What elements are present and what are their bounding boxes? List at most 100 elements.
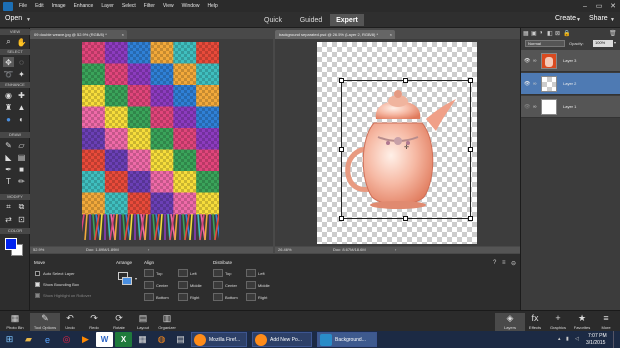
shape-icon[interactable]: ■	[16, 164, 27, 174]
explorer-icon[interactable]: ▤	[172, 332, 189, 347]
align-left-button[interactable]	[178, 269, 188, 277]
taskbar-window-addnew[interactable]: Add New Po...	[252, 332, 312, 347]
menu-enhance[interactable]: Enhance	[74, 3, 94, 9]
menu-image[interactable]: Image	[52, 3, 66, 9]
layer-name[interactable]: Layer 1	[563, 104, 576, 109]
distribute-center-button[interactable]	[213, 281, 223, 289]
close-icon[interactable]: ×	[390, 30, 392, 39]
move-tool-icon[interactable]: ✥	[3, 57, 14, 67]
menu-edit[interactable]: Edit	[35, 3, 44, 9]
taskbar-window-background[interactable]: Background...	[317, 332, 377, 347]
eye-icon[interactable]: 👁	[524, 81, 530, 87]
tab-guided[interactable]: Guided	[294, 14, 328, 26]
document-tab-2[interactable]: background separated.psd @ 26.5% (Layer …	[275, 30, 395, 39]
photo-bin-button[interactable]: ▦ Photo Bin	[0, 313, 30, 332]
blur-icon[interactable]: ●	[3, 114, 14, 124]
magic-wand-icon[interactable]: ✦	[16, 69, 27, 79]
chevron-down-icon[interactable]: ▼	[26, 17, 31, 23]
folder-icon[interactable]: ▰	[20, 332, 37, 347]
transform-handle[interactable]	[339, 216, 344, 221]
firefox-icon[interactable]: ◍	[153, 332, 170, 347]
help-icon[interactable]: ?	[493, 260, 496, 266]
eyedropper-icon[interactable]: ✒	[3, 164, 14, 174]
layer-row-selected[interactable]: 👁 ∞ Layer 2	[521, 73, 620, 95]
tray-arrow-icon[interactable]: ▴	[558, 336, 561, 342]
chevron-right-icon[interactable]: ›	[395, 247, 396, 253]
align-top-button[interactable]	[144, 269, 154, 277]
distribute-middle-button[interactable]	[246, 281, 256, 289]
more-button[interactable]: ≡ More	[591, 313, 620, 332]
link-icon[interactable]: ∞	[533, 104, 537, 110]
show-desktop-button[interactable]	[613, 331, 620, 348]
sharpen-icon[interactable]: ▲	[16, 102, 27, 112]
foreground-color-swatch[interactable]	[5, 238, 17, 250]
layer-name[interactable]: Layer 2	[563, 81, 576, 86]
chevron-down-icon[interactable]: ▼	[610, 17, 615, 23]
transform-handle[interactable]	[468, 147, 473, 152]
link-icon[interactable]: ∞	[533, 58, 537, 64]
maximize-icon[interactable]: ▭	[592, 0, 606, 12]
hand-icon[interactable]: ✋	[16, 37, 27, 47]
clone-stamp-icon[interactable]: ♜	[3, 102, 14, 112]
auto-select-checkbox[interactable]	[35, 271, 40, 276]
document-2-view[interactable]: ✛	[275, 39, 520, 246]
volume-icon[interactable]: ◁	[575, 336, 579, 342]
start-icon[interactable]: ⊞	[1, 332, 18, 347]
align-right-button[interactable]	[178, 293, 188, 301]
transform-handle[interactable]	[468, 216, 473, 221]
sponge-icon[interactable]: ◐	[16, 114, 27, 124]
lock-all-icon[interactable]: ⊠	[555, 30, 560, 37]
straighten-icon[interactable]: ⊡	[16, 214, 27, 224]
distribute-top-button[interactable]	[213, 269, 223, 277]
tab-expert[interactable]: Expert	[330, 14, 364, 26]
open-button[interactable]: Open	[5, 15, 22, 22]
menu-layer[interactable]: Layer	[101, 3, 114, 9]
create-button[interactable]: Create	[555, 15, 576, 22]
chevron-down-icon[interactable]: ▾	[135, 276, 137, 281]
distribute-right-button[interactable]	[246, 293, 256, 301]
trash-icon[interactable]: 🗑	[609, 30, 617, 37]
spot-heal-icon[interactable]: ✚	[16, 90, 27, 100]
transform-handle[interactable]	[339, 78, 344, 83]
mask-icon[interactable]: ◧	[547, 30, 553, 37]
close-icon[interactable]: ⊖	[511, 260, 516, 267]
organizer-button[interactable]: ▥ Organizer	[152, 313, 182, 332]
pencil-icon[interactable]: ✏	[16, 176, 27, 186]
brush-icon[interactable]: ✎	[3, 140, 14, 150]
media-icon[interactable]: ▶	[77, 332, 94, 347]
transform-handle[interactable]	[339, 147, 344, 152]
ie-icon[interactable]: e	[39, 332, 56, 347]
tab-quick[interactable]: Quick	[258, 14, 288, 26]
content-move-icon[interactable]: ⇄	[3, 214, 14, 224]
chevron-right-icon[interactable]: ›	[148, 247, 149, 253]
zoom-icon[interactable]: ⌕	[3, 37, 14, 47]
chevron-down-icon[interactable]: ▾	[614, 40, 616, 45]
menu-icon[interactable]: ≡	[502, 260, 506, 266]
word-icon[interactable]: W	[96, 332, 113, 347]
document-tab-1[interactable]: 09 double weave.jpg @ 52.9% (RGB/8) * ×	[30, 30, 127, 39]
transform-handle[interactable]	[468, 78, 473, 83]
menu-filter[interactable]: Filter	[144, 3, 155, 9]
type-icon[interactable]: T	[3, 176, 14, 186]
chevron-down-icon[interactable]: ▼	[576, 17, 581, 23]
transform-handle[interactable]	[403, 78, 408, 83]
eraser-icon[interactable]: ▱	[16, 140, 27, 150]
group-icon[interactable]: ▣	[531, 30, 537, 37]
transform-handle[interactable]	[403, 216, 408, 221]
paint-bucket-icon[interactable]: ◣	[3, 152, 14, 162]
network-icon[interactable]: ▮	[566, 336, 569, 342]
minimize-icon[interactable]: –	[578, 0, 592, 12]
menu-select[interactable]: Select	[122, 3, 136, 9]
calculator-icon[interactable]: ▦	[134, 332, 151, 347]
marquee-icon[interactable]: ◌	[16, 57, 27, 67]
recompose-icon[interactable]: ⧉	[16, 202, 27, 212]
close-icon[interactable]: ✕	[606, 0, 620, 12]
crop-icon[interactable]: ⌗	[3, 202, 14, 212]
lasso-icon[interactable]: ➰	[3, 69, 14, 79]
taskbar-window-firefox[interactable]: Mozilla Firef...	[191, 332, 247, 347]
adjustment-icon[interactable]: ◑	[539, 30, 543, 36]
distribute-left-button[interactable]	[246, 269, 256, 277]
menu-help[interactable]: Help	[207, 3, 217, 9]
chrome-icon[interactable]: ◎	[58, 332, 75, 347]
eye-icon[interactable]: 👁	[524, 104, 530, 110]
